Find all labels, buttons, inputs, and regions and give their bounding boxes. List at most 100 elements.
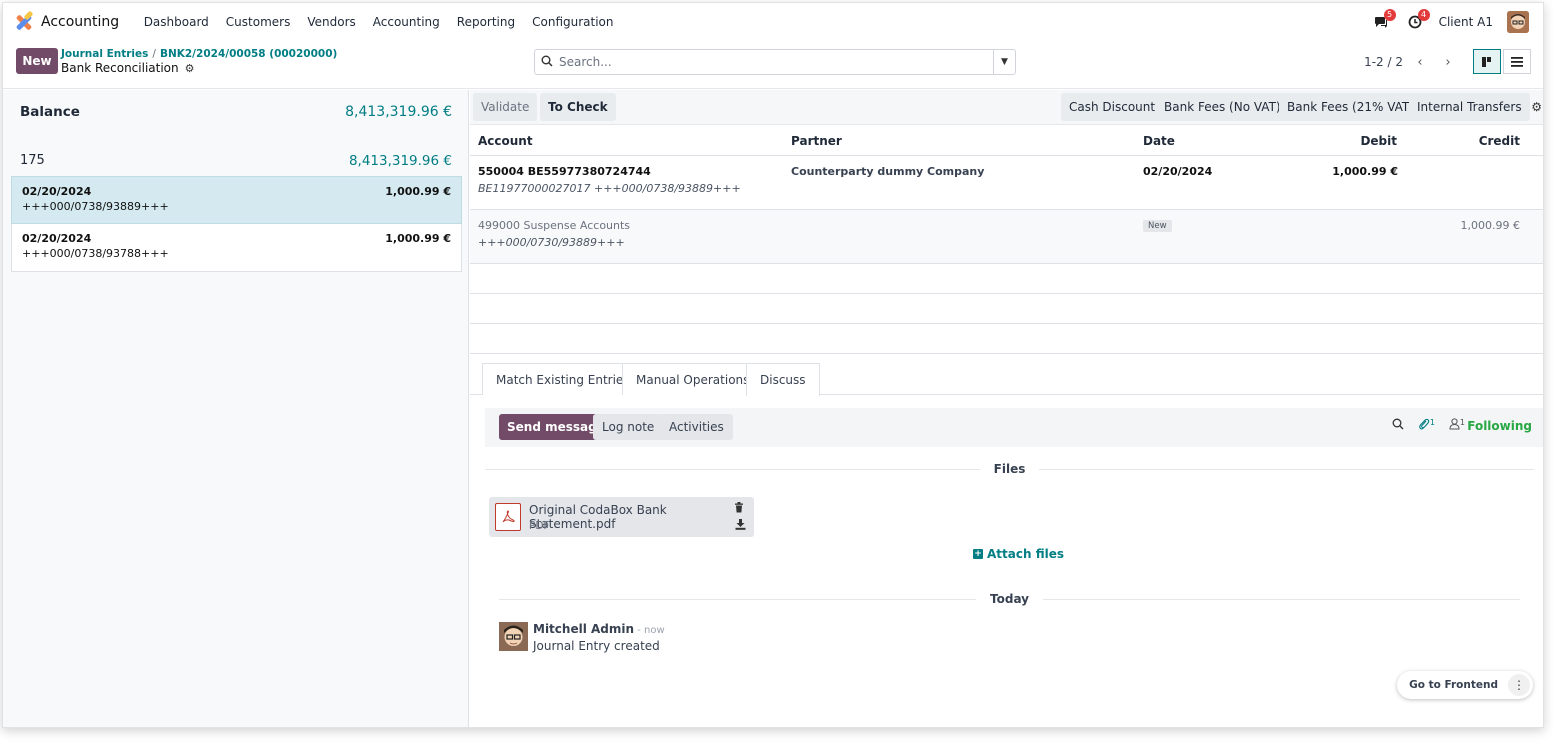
- followers-count: 1: [1459, 418, 1465, 427]
- activities-badge: 4: [1417, 9, 1430, 21]
- validate-button[interactable]: Validate: [473, 93, 538, 121]
- following-button[interactable]: Following: [1467, 419, 1532, 433]
- tab-manual-operations[interactable]: Manual Operations: [622, 363, 764, 395]
- column-account: Account: [478, 134, 533, 148]
- attachments-count: 1: [1429, 418, 1435, 427]
- notebook-tabs: Match Existing Entries Manual Operations…: [470, 363, 1543, 396]
- pager-value[interactable]: 1-2 / 2: [1364, 55, 1403, 69]
- nav-item-reporting[interactable]: Reporting: [448, 15, 523, 29]
- search-icon: [535, 55, 559, 70]
- statement-line-list: 02/20/2024 +++000/0738/93889+++ 1,000.99…: [11, 176, 462, 272]
- messages-icon[interactable]: 5: [1371, 9, 1396, 31]
- nav-item-accounting[interactable]: Accounting: [364, 15, 448, 29]
- bank-fees-21-vat-button[interactable]: Bank Fees (21% VAT): [1279, 93, 1422, 121]
- breadcrumb-current-entry[interactable]: BNK2/2024/00058 (00020000): [160, 48, 337, 60]
- message-timestamp: - now: [634, 625, 665, 636]
- statement-line-amount: 1,000.99 €: [385, 232, 451, 245]
- today-separator: Today: [499, 589, 1520, 609]
- search-input[interactable]: [559, 50, 993, 74]
- attachment-card[interactable]: Original CodaBox Bank Statement.pdf PDF: [489, 497, 754, 537]
- statement-count: 175: [20, 153, 45, 168]
- statement-lines-panel: Balance 8,413,319.96 € 175 8,413,319.96 …: [3, 90, 469, 727]
- activities-button[interactable]: Activities: [660, 414, 733, 440]
- nav-item-configuration[interactable]: Configuration: [524, 15, 622, 29]
- models-gear-icon[interactable]: ⚙: [1531, 100, 1542, 114]
- app-window: Accounting Dashboard Customers Vendors A…: [2, 2, 1544, 728]
- table-row[interactable]: 550004 BE55977380724744 BE11977000027017…: [470, 156, 1543, 210]
- kanban-view-icon[interactable]: [1473, 49, 1501, 74]
- statement-line-card[interactable]: 02/20/2024 +++000/0738/93889+++ 1,000.99…: [11, 176, 462, 224]
- bank-fees-no-vat-button[interactable]: Bank Fees (No VAT): [1156, 93, 1289, 121]
- reconciliation-panel: Validate To Check Cash Discount Bank Fee…: [470, 90, 1543, 727]
- search-bar: ▼: [534, 49, 1016, 75]
- attachment-name: Original CodaBox Bank Statement.pdf: [529, 503, 667, 531]
- row-date: 02/20/2024: [1143, 165, 1213, 178]
- nav-item-vendors[interactable]: Vendors: [299, 15, 364, 29]
- author-avatar[interactable]: [499, 622, 528, 651]
- statement-summary-row: 175 8,413,319.96 €: [20, 153, 452, 169]
- empty-row: [470, 324, 1543, 354]
- pager-next-icon[interactable]: ›: [1437, 51, 1459, 73]
- log-note-button[interactable]: Log note: [593, 414, 664, 440]
- nav-menu: Dashboard Customers Vendors Accounting R…: [135, 15, 622, 29]
- followers-icon[interactable]: 1: [1449, 418, 1465, 433]
- trash-icon[interactable]: [734, 502, 744, 516]
- tab-discuss[interactable]: Discuss: [746, 363, 820, 396]
- breadcrumb: Journal Entries / BNK2/2024/00058 (0002000…: [61, 48, 337, 60]
- files-separator: Files: [485, 459, 1534, 479]
- activities-clock-icon[interactable]: 4: [1405, 9, 1430, 31]
- app-name[interactable]: Accounting: [41, 14, 119, 30]
- column-date: Date: [1143, 134, 1175, 148]
- page-title: Bank Reconciliation ⚙: [61, 61, 195, 75]
- main-navbar: Accounting Dashboard Customers Vendors A…: [3, 3, 1543, 41]
- statement-line-reference: +++000/0738/93788+++: [22, 247, 169, 260]
- messages-badge: 5: [1383, 9, 1396, 21]
- attach-files-label: Attach files: [987, 547, 1064, 561]
- row-account-label: +++000/0730/93889+++: [478, 236, 625, 249]
- go-to-frontend-button[interactable]: Go to Frontend: [1397, 679, 1508, 691]
- empty-row: [470, 264, 1543, 294]
- row-debit: 1,000.99 €: [1332, 165, 1398, 178]
- new-button[interactable]: New: [16, 48, 58, 74]
- paperclip-icon[interactable]: 1: [1418, 418, 1435, 433]
- internal-transfers-button[interactable]: Internal Transfers: [1409, 93, 1530, 121]
- accounting-app-icon[interactable]: [15, 10, 34, 31]
- view-switcher: [1473, 49, 1531, 74]
- plus-square-icon: +: [973, 549, 983, 559]
- empty-row: [470, 294, 1543, 324]
- more-options-icon[interactable]: ⋮: [1508, 674, 1530, 696]
- nav-item-dashboard[interactable]: Dashboard: [135, 15, 217, 29]
- row-account-label: BE11977000027017 +++000/0738/93889+++: [478, 182, 741, 195]
- statement-line-reference: +++000/0738/93889+++: [22, 200, 169, 213]
- pager: 1-2 / 2 ‹ ›: [1364, 49, 1459, 75]
- row-partner: Counterparty dummy Company: [791, 165, 985, 178]
- pdf-icon: [495, 503, 521, 531]
- attachment-type: PDF: [529, 520, 550, 532]
- cash-discount-button[interactable]: Cash Discount: [1061, 93, 1164, 121]
- go-to-frontend-widget: Go to Frontend ⋮: [1397, 671, 1533, 699]
- list-view-icon[interactable]: [1503, 49, 1531, 74]
- message-author-name[interactable]: Mitchell Admin: [533, 622, 634, 636]
- tab-match-existing-entries[interactable]: Match Existing Entries: [482, 363, 644, 395]
- search-messages-icon[interactable]: [1392, 418, 1404, 433]
- user-avatar[interactable]: [1507, 11, 1529, 33]
- statement-line-amount: 1,000.99 €: [385, 185, 451, 198]
- control-panel: New Journal Entries / BNK2/2024/00058 (000…: [3, 41, 1543, 89]
- pager-previous-icon[interactable]: ‹: [1409, 51, 1431, 73]
- table-row[interactable]: 499000 Suspense Accounts +++000/0730/938…: [470, 210, 1543, 264]
- gear-icon[interactable]: ⚙: [185, 62, 195, 75]
- statement-amount: 8,413,319.96 €: [348, 153, 452, 169]
- company-switcher[interactable]: Client A1: [1439, 15, 1493, 29]
- status-badge: New: [1143, 220, 1172, 232]
- to-check-button[interactable]: To Check: [540, 93, 616, 121]
- files-title: Files: [993, 462, 1026, 476]
- statement-line-card[interactable]: 02/20/2024 +++000/0738/93788+++ 1,000.99…: [11, 224, 462, 272]
- page-title-text: Bank Reconciliation: [61, 61, 179, 75]
- search-options-caret-icon[interactable]: ▼: [993, 50, 1015, 74]
- breadcrumb-separator: /: [152, 48, 156, 60]
- row-account: 550004 BE55977380724744: [478, 165, 651, 178]
- download-icon[interactable]: [735, 519, 746, 533]
- attach-files-link[interactable]: + Attach files: [973, 547, 1064, 561]
- nav-item-customers[interactable]: Customers: [217, 15, 299, 29]
- breadcrumb-journal-entries[interactable]: Journal Entries: [61, 48, 148, 60]
